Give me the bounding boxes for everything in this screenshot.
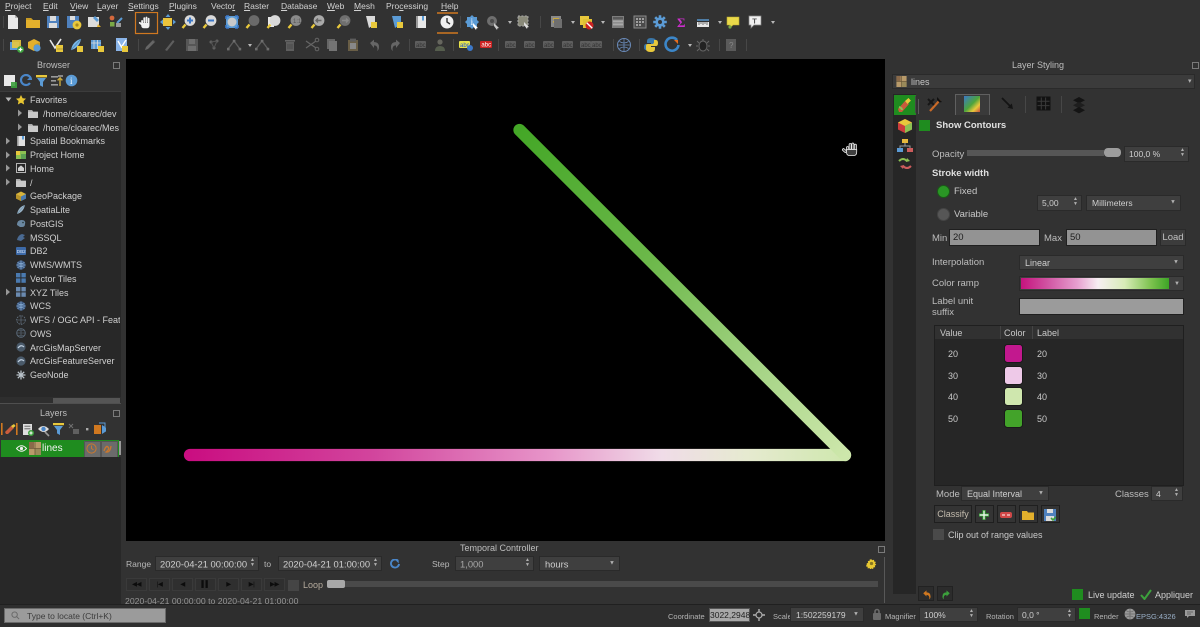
svg-text:abc: abc bbox=[525, 43, 535, 49]
svg-text:DB2: DB2 bbox=[17, 249, 26, 254]
svg-text:abc: abc bbox=[563, 43, 573, 49]
svg-text:Σ: Σ bbox=[677, 15, 686, 30]
svg-text:abc: abc bbox=[481, 43, 491, 49]
svg-text:abc: abc bbox=[592, 43, 602, 49]
svg-text:abc: abc bbox=[544, 43, 554, 49]
svg-text:T: T bbox=[752, 16, 757, 25]
svg-text:⋯: ⋯ bbox=[57, 47, 63, 53]
svg-text:1:1: 1:1 bbox=[293, 19, 302, 25]
svg-text:abc: abc bbox=[506, 43, 516, 49]
svg-text:?: ? bbox=[729, 41, 734, 50]
svg-text:abc: abc bbox=[581, 43, 591, 49]
svg-text:abc: abc bbox=[416, 43, 426, 49]
